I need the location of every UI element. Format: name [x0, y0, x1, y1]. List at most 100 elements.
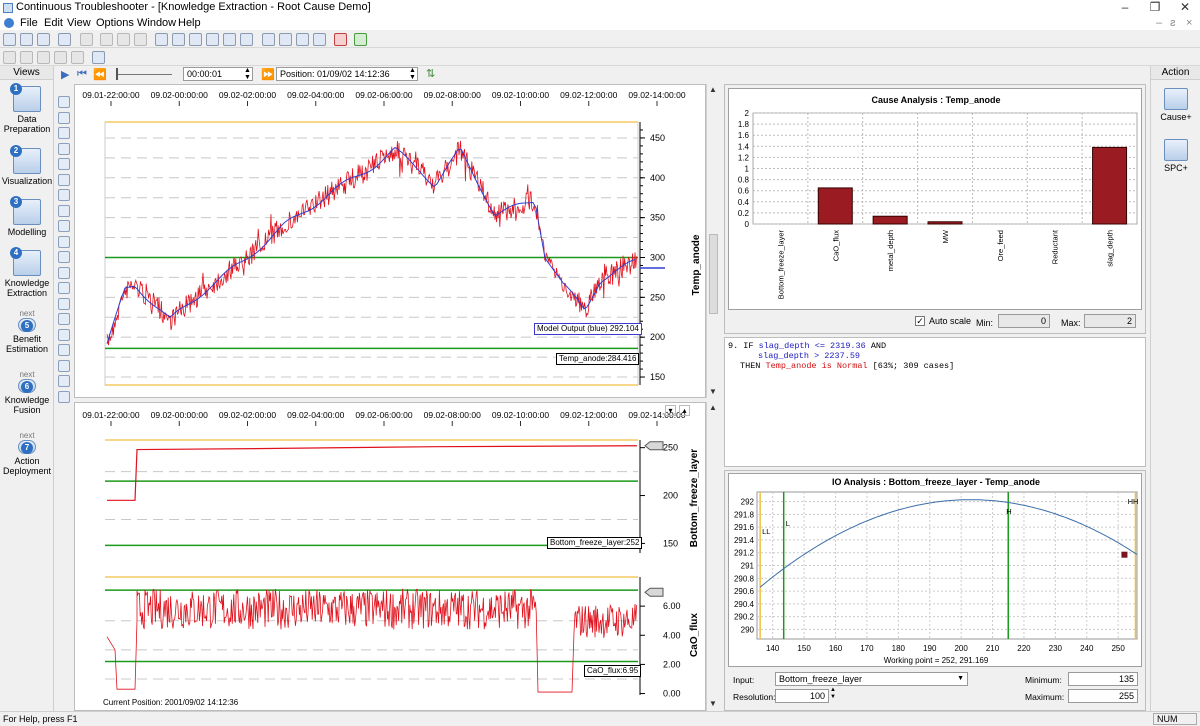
delete-chart-icon[interactable]	[223, 33, 236, 46]
view-action-deployment[interactable]: next 7 Action Deployment	[0, 432, 54, 477]
model-icon[interactable]	[58, 297, 70, 310]
bottom-chart-scrollbar[interactable]: ▲ ▼	[706, 402, 720, 711]
slider-thumb[interactable]	[116, 68, 118, 80]
zoom-box-icon[interactable]	[58, 173, 70, 186]
min-field[interactable]: 0	[998, 314, 1050, 328]
top-trend-chart[interactable]: 09.01-22:00:00 09.02-00:00:00 09.02-02:00:…	[74, 84, 706, 398]
grid-icon[interactable]	[262, 33, 275, 46]
menu-help[interactable]: Help	[178, 17, 201, 29]
scatter-icon[interactable]	[296, 33, 309, 46]
table-icon[interactable]	[313, 33, 326, 46]
chart-tool-strip	[57, 96, 72, 446]
bottom-chart-expand-icon[interactable]: ▴	[679, 405, 690, 416]
open-icon[interactable]	[20, 33, 33, 46]
remove-trend-icon[interactable]	[58, 235, 70, 248]
mdi-minimize-icon[interactable]: –	[1156, 17, 1162, 29]
autoscale-checkbox[interactable]: ✓	[915, 316, 925, 326]
position-spinner-icon[interactable]: ▲ ▼	[409, 67, 416, 81]
maximize-icon[interactable]: ❐	[1142, 0, 1168, 16]
first-icon[interactable]: ⏮	[77, 68, 87, 81]
action-cause[interactable]: Cause+	[1151, 88, 1200, 122]
speed-slider[interactable]	[118, 74, 172, 75]
menu-file[interactable]: File	[20, 17, 38, 29]
export-chart-icon[interactable]	[58, 390, 70, 403]
view-knowledge-extraction[interactable]: 4 Knowledge Extraction	[0, 247, 54, 298]
view-modelling[interactable]: 3 Modelling	[0, 196, 54, 237]
bottom-chart-collapse-icon[interactable]: ▾	[665, 405, 676, 416]
zoom-out-icon[interactable]	[58, 111, 70, 124]
step-field[interactable]: 00:00:01	[183, 67, 253, 81]
action-spc[interactable]: SPC+	[1151, 139, 1200, 173]
close-icon[interactable]: ✕	[1172, 0, 1198, 16]
layout-d-icon[interactable]	[54, 51, 67, 64]
line-chart-icon[interactable]	[172, 33, 185, 46]
signal-icon[interactable]	[58, 282, 70, 294]
menu-window[interactable]: Window	[137, 17, 176, 29]
view-benefit-estimation[interactable]: next 5 Benefit Estimation	[0, 310, 54, 355]
view-knowledge-fusion[interactable]: next 6 Knowledge Fusion	[0, 371, 54, 416]
layout-e-icon[interactable]	[71, 51, 84, 64]
record-icon[interactable]	[334, 33, 347, 46]
overlay-icon[interactable]	[58, 313, 70, 325]
mdi-restore-icon[interactable]: ƨ	[1170, 17, 1176, 29]
window-icon[interactable]	[92, 51, 105, 64]
table-view-icon[interactable]	[58, 344, 70, 356]
layout-a-icon[interactable]	[3, 51, 16, 64]
layout-c-icon[interactable]	[37, 51, 50, 64]
histogram-icon[interactable]	[189, 33, 202, 46]
legend-icon[interactable]	[58, 375, 70, 387]
scroll-up-icon[interactable]: ▲	[707, 84, 719, 96]
menu-view[interactable]: View	[67, 17, 91, 29]
stats-icon[interactable]	[58, 359, 70, 372]
document-icon[interactable]	[4, 18, 14, 28]
resolution-spinner-icon[interactable]: ▲ ▼	[830, 687, 836, 701]
run-icon[interactable]	[354, 33, 367, 46]
minimize-icon[interactable]: –	[1112, 0, 1138, 16]
scale-icon[interactable]	[58, 251, 70, 263]
rewind-icon[interactable]: ⏪	[93, 68, 107, 81]
menu-options[interactable]: Options	[96, 17, 134, 29]
forward-icon[interactable]: ⏩	[261, 68, 275, 81]
input-select[interactable]: Bottom_freeze_layer ▼	[775, 672, 968, 686]
split-icon[interactable]	[58, 328, 70, 341]
sync-icon[interactable]: ⇅	[426, 67, 435, 80]
cut-icon[interactable]	[100, 33, 113, 46]
position-field[interactable]: Position: 01/09/02 14:12:36	[276, 67, 418, 81]
save-icon[interactable]	[37, 33, 50, 46]
new-icon[interactable]	[3, 33, 16, 46]
top-chart-scrollbar[interactable]: ▲ ▼	[706, 84, 720, 398]
max-field[interactable]: 2	[1084, 314, 1136, 328]
cursor-icon[interactable]	[58, 204, 70, 217]
bottom-trend-chart[interactable]: 09.01-22:00:00 09.02-00:00:00 09.02-02:00:…	[74, 402, 706, 711]
add-trend-icon[interactable]	[58, 220, 70, 232]
print-icon[interactable]	[80, 33, 93, 46]
limits-icon[interactable]	[58, 266, 70, 279]
minimum-field[interactable]: 135	[1068, 672, 1138, 686]
zoom-fit-icon[interactable]	[58, 127, 70, 139]
filter-icon[interactable]	[240, 33, 253, 46]
zoom-in-icon[interactable]	[58, 96, 70, 108]
scroll-up-icon-2[interactable]: ▲	[707, 402, 719, 414]
resolution-field[interactable]: 100	[775, 689, 829, 703]
zoom-y-icon[interactable]	[58, 158, 70, 170]
mdi-close-icon[interactable]: ×	[1186, 17, 1192, 29]
bar-chart-icon[interactable]	[155, 33, 168, 46]
copy-icon[interactable]	[117, 33, 130, 46]
paste-icon[interactable]	[134, 33, 147, 46]
step-spinner-icon[interactable]: ▲ ▼	[244, 67, 251, 81]
scroll-thumb[interactable]	[709, 234, 718, 314]
time-tick-label: 09.02-02:00:00	[219, 90, 276, 100]
trend-icon[interactable]	[206, 33, 219, 46]
maximum-field[interactable]: 255	[1068, 689, 1138, 703]
view-data-preparation[interactable]: 1 Data Preparation	[0, 83, 54, 134]
export-icon[interactable]	[58, 33, 71, 46]
zoom-x-icon[interactable]	[58, 142, 70, 155]
menu-edit[interactable]: Edit	[44, 17, 63, 29]
scroll-down-icon[interactable]: ▼	[707, 386, 719, 398]
play-icon[interactable]: ▶	[61, 68, 69, 81]
view-visualization[interactable]: 2 Visualization	[0, 145, 54, 186]
layout-b-icon[interactable]	[20, 51, 33, 64]
scroll-down-icon-2[interactable]: ▼	[707, 698, 719, 710]
pan-icon[interactable]	[58, 189, 70, 201]
wave-icon[interactable]	[279, 33, 292, 46]
